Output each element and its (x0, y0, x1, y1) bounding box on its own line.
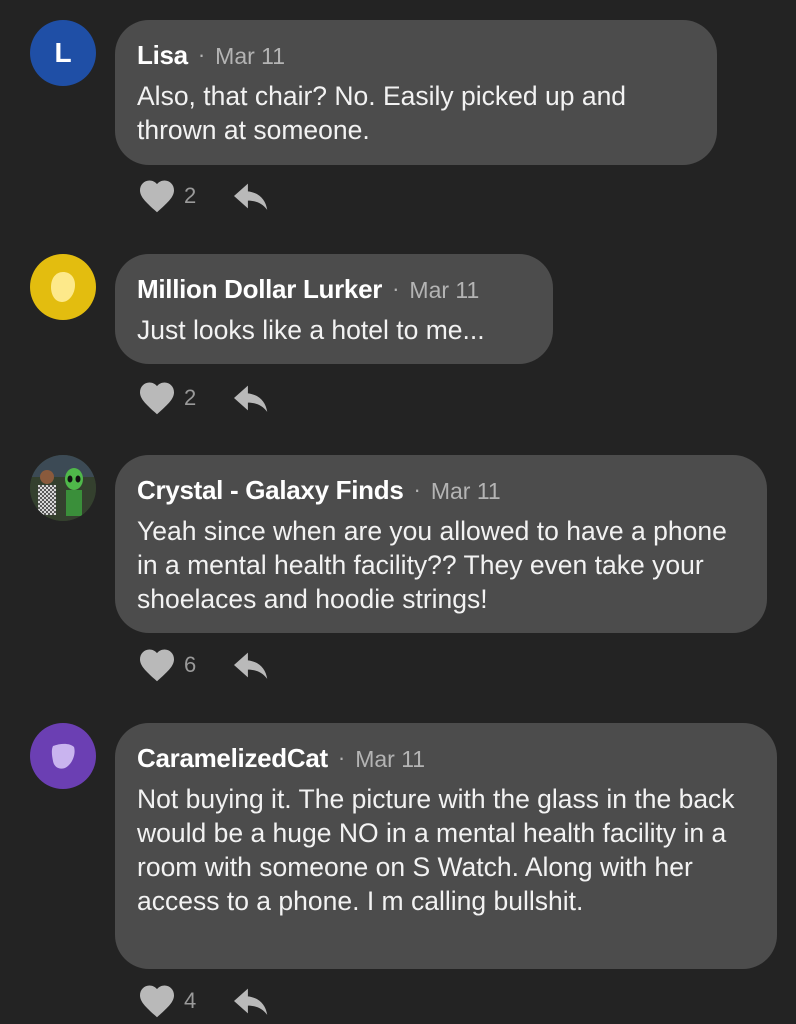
comment-date: Mar 11 (430, 478, 501, 504)
blob-avatar-icon (51, 272, 75, 302)
like-button[interactable]: 2 (138, 381, 196, 415)
comment-meta: CaramelizedCat · Mar 11 (137, 743, 755, 774)
comment-author[interactable]: Lisa (137, 40, 188, 71)
comment-actions: 6 (138, 645, 270, 685)
like-count: 2 (184, 385, 197, 410)
heart-icon (140, 382, 174, 415)
comment-author[interactable]: CaramelizedCat (137, 743, 328, 774)
like-count: 6 (184, 652, 197, 677)
comment-meta: Crystal - Galaxy Finds · Mar 11 (137, 475, 745, 506)
meta-separator: · (392, 276, 400, 301)
comment-text: Yeah since when are you allowed to have … (137, 516, 727, 614)
meta-separator: · (337, 745, 346, 770)
comment-actions: 2 (138, 176, 270, 216)
comment-date: Mar 11 (409, 277, 480, 303)
comment-text: Not buying it. The picture with the glas… (137, 784, 735, 916)
comment-author[interactable]: Crystal - Galaxy Finds (137, 475, 404, 506)
reply-arrow-icon[interactable] (232, 179, 270, 213)
avatar[interactable] (30, 723, 96, 789)
comment-meta: Million Dollar Lurker · Mar 11 (137, 274, 531, 305)
reply-arrow-icon[interactable] (232, 648, 270, 682)
comment-bubble: CaramelizedCat · Mar 11 Not buying it. T… (115, 723, 777, 969)
avatar[interactable]: L (30, 20, 96, 86)
comment-date: Mar 11 (355, 746, 426, 772)
comment-bubble: Crystal - Galaxy Finds · Mar 11 Yeah sin… (115, 455, 767, 633)
like-button[interactable]: 4 (138, 984, 196, 1018)
comment-actions: 4 (138, 981, 270, 1021)
avatar[interactable] (30, 254, 96, 320)
reply-arrow-icon[interactable] (232, 381, 270, 415)
heart-icon (140, 180, 174, 213)
comment-date: Mar 11 (215, 43, 286, 69)
comment-bubble: Million Dollar Lurker · Mar 11 Just look… (115, 254, 553, 364)
comment-meta: Lisa · Mar 11 (137, 40, 695, 71)
comment-text: Also, that chair? No. Easily picked up a… (137, 81, 627, 145)
comment-bubble: Lisa · Mar 11 Also, that chair? No. Easi… (115, 20, 717, 165)
avatar-initial: L (54, 37, 72, 68)
like-count: 4 (184, 988, 197, 1013)
blob-avatar-icon (51, 743, 75, 769)
like-button[interactable]: 2 (138, 179, 196, 213)
comment-text: Just looks like a hotel to me... (137, 315, 485, 345)
comment-actions: 2 (138, 378, 270, 418)
meta-separator: · (197, 42, 206, 67)
like-button[interactable]: 6 (138, 648, 196, 682)
avatar[interactable] (30, 455, 96, 521)
photo-avatar-icon (30, 455, 96, 521)
heart-icon (140, 985, 174, 1018)
meta-separator: · (413, 477, 421, 502)
comment-author[interactable]: Million Dollar Lurker (137, 274, 382, 305)
like-count: 2 (184, 183, 197, 208)
reply-arrow-icon[interactable] (232, 984, 270, 1018)
heart-icon (140, 649, 174, 682)
